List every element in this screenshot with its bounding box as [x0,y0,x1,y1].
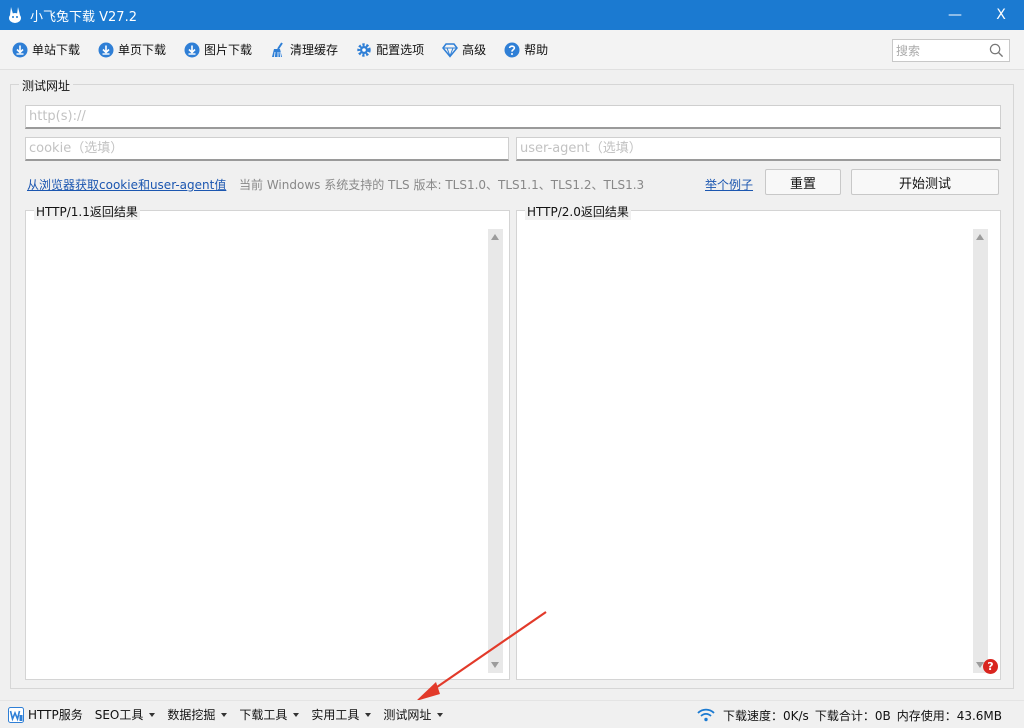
caret-down-icon [221,712,228,717]
toolbar-label: 帮助 [524,43,549,57]
statusbar-menu-label: 测试网址 [383,708,432,722]
advanced-button[interactable]: 高级 [442,37,486,63]
title-bar: 小飞兔下载 V27.2 — X [0,0,1024,30]
settings-button[interactable]: 配置选项 [356,37,424,63]
start-test-button-label: 开始测试 [898,176,951,192]
single-site-download-button[interactable]: 单站下载 [12,37,80,63]
toolbar-label: 高级 [462,43,487,57]
http20-result-title: HTTP/2.0返回结果 [525,203,631,220]
statusbar-menu-label: 下载工具 [239,708,288,722]
single-page-download-button[interactable]: 单页下载 [98,37,166,63]
reset-button[interactable]: 重置 [765,169,841,195]
caret-down-icon [149,712,156,717]
example-link[interactable]: 举个例子 [705,176,753,193]
reset-button-label: 重置 [789,176,816,192]
status-bar: HTTP服务 SEO工具 数据挖掘 下载工具 实用工具 测试网址 下载速度：0K… [0,700,1024,728]
get-cookie-from-browser-link[interactable]: 从浏览器获取cookie和user-agent值 [27,176,226,193]
caret-down-icon [437,712,444,717]
statusbar-menu-label: 实用工具 [311,708,360,722]
statusbar-menu-http-service[interactable]: HTTP服务 [28,706,83,723]
url-input[interactable] [25,105,1001,129]
scroll-up-icon[interactable] [976,234,984,240]
group-title: 测试网址 [19,77,74,94]
scroll-up-icon[interactable] [491,234,499,240]
toolbar-label: 单站下载 [32,43,81,57]
cloud-download-icon [12,42,28,57]
help-badge-icon[interactable]: ? [983,659,998,674]
statusbar-menu-data-mining[interactable]: 数据挖掘 [167,706,228,723]
image-download-button[interactable]: 图片下载 [184,37,252,63]
statusbar-menu-label: HTTP服务 [28,708,83,722]
http11-result-panel: HTTP/1.1返回结果 [25,203,510,680]
clear-cache-button[interactable]: 清理缓存 [270,37,338,63]
search-box [892,39,1010,62]
cloud-download-icon [98,42,114,57]
broom-icon [272,41,283,57]
search-icon[interactable] [989,43,1004,58]
statusbar-menu-label: SEO工具 [94,708,144,722]
test-url-group: 测试网址 从浏览器获取cookie和user-agent值 当前 Windows… [10,77,1014,689]
toolbar-label: 单页下载 [118,43,167,57]
statusbar-menu-download-tools[interactable]: 下载工具 [239,706,300,723]
help-button[interactable]: 帮助 [504,37,548,63]
tls-version-info: 当前 Windows 系统支持的 TLS 版本: TLS1.0、TLS1.1、T… [239,178,645,192]
http11-scrollbar[interactable] [488,229,503,673]
http20-result-panel: HTTP/2.0返回结果 ? [516,203,1001,680]
search-input[interactable] [893,40,985,61]
toolbar-label: 配置选项 [376,43,425,57]
download-total: 下载合计：0B [814,708,891,723]
minimize-button[interactable]: — [932,0,978,30]
toolbar-label: 清理缓存 [290,43,339,57]
cloud-download-icon [184,42,200,57]
start-test-button[interactable]: 开始测试 [851,169,999,195]
user-agent-input[interactable] [516,137,1001,161]
statusbar-menu-label: 数据挖掘 [167,708,216,722]
wifi-icon [697,708,715,722]
diamond-icon [442,42,459,58]
close-icon: X [996,7,1006,23]
window-title: 小飞兔下载 V27.2 [30,9,137,25]
cookie-input[interactable] [25,137,509,161]
statusbar-menu-utilities[interactable]: 实用工具 [311,706,372,723]
memory-usage: 内存使用：43.6MB [896,708,1002,723]
statusbar-menu-test-url[interactable]: 测试网址 [383,706,444,723]
minimize-icon: — [948,7,962,23]
http11-result-title: HTTP/1.1返回结果 [34,203,140,220]
w-logo-icon [8,706,24,723]
scroll-down-icon[interactable] [491,662,499,668]
caret-down-icon [365,712,372,717]
gear-icon [357,42,371,57]
statusbar-menu-seo-tools[interactable]: SEO工具 [95,706,156,723]
help-icon [504,42,520,57]
close-button[interactable]: X [978,0,1024,30]
http20-scrollbar[interactable] [973,229,988,673]
caret-down-icon [293,712,300,717]
rabbit-logo-icon [9,7,21,23]
toolbar-label: 图片下载 [204,43,253,57]
toolbar: 单站下载 单页下载 图片下载 清理缓存 配置选项 高级 帮助 [0,30,1024,70]
status-metrics: 下载速度：0K/s 下载合计：0B 内存使用：43.6MB [697,701,1002,728]
download-speed: 下载速度：0K/s [723,708,809,723]
